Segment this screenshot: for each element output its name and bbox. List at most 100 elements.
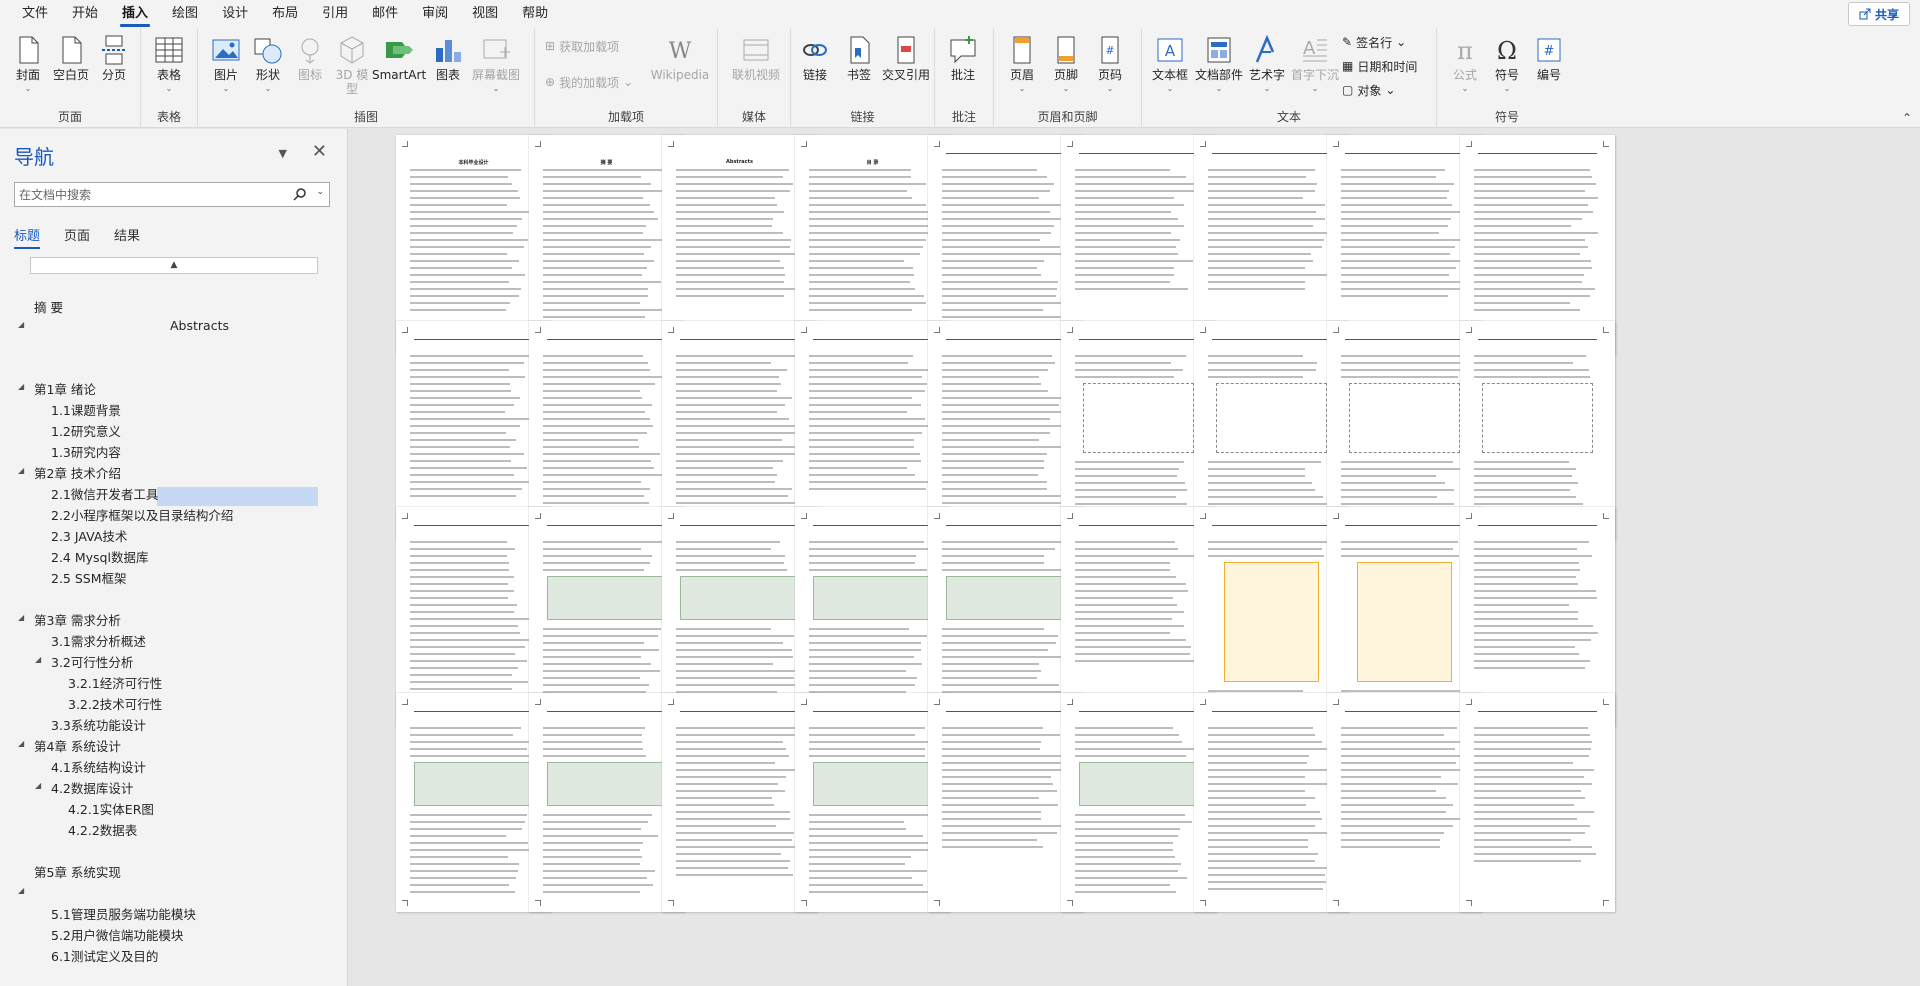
page-thumbnail[interactable] [1327, 693, 1482, 912]
screenshot-button[interactable]: 屏幕截图 ⌄ [468, 34, 524, 96]
collapse-triangle-icon[interactable]: ◢ [18, 382, 24, 391]
page-number-button[interactable]: # 页码 ⌄ [1088, 34, 1132, 96]
icons-button[interactable]: 图标 [288, 34, 332, 82]
nav-heading-2-5[interactable]: 2.5 SSM框架 [51, 568, 127, 587]
nav-heading-abstract-en[interactable]: Abstracts [170, 318, 229, 333]
nav-heading-4-1[interactable]: 4.1系统结构设计 [51, 757, 146, 776]
nav-heading-ch5[interactable]: 第5章 系统实现 [34, 862, 121, 881]
nav-search-box[interactable]: 在文档中搜索 ⌄ [14, 182, 330, 207]
nav-heading-6-1[interactable]: 6.1测试定义及目的 [51, 946, 158, 965]
object-button[interactable]: ▢ 对象 ⌄ [1342, 80, 1395, 100]
wordart-button[interactable]: 艺术字 ⌄ [1244, 34, 1290, 96]
nav-options-icon[interactable]: ▼ [279, 147, 287, 160]
page-thumbnail[interactable] [1194, 693, 1349, 912]
collapse-triangle-icon[interactable]: ◢ [18, 320, 24, 329]
footer-button[interactable]: 页脚 ⌄ [1044, 34, 1088, 96]
nav-heading-1-1[interactable]: 1.1课题背景 [51, 400, 121, 419]
header-button[interactable]: 页眉 ⌄ [1000, 34, 1044, 96]
online-video-button[interactable]: 联机视频 [728, 34, 784, 82]
nav-heading-5-2[interactable]: 5.2用户微信端功能模块 [51, 925, 183, 944]
collapse-triangle-icon[interactable]: ◢ [35, 781, 41, 790]
get-addins-button[interactable]: ⊞ 获取加载项 [545, 36, 619, 56]
page-thumbnail[interactable] [1460, 693, 1615, 912]
tab-layout[interactable]: 布局 [260, 0, 310, 28]
nav-heading-5-1[interactable]: 5.1管理员服务端功能模块 [51, 904, 196, 923]
tab-home[interactable]: 开始 [60, 0, 110, 28]
nav-heading-1-2[interactable]: 1.2研究意义 [51, 421, 121, 440]
collapse-triangle-icon[interactable]: ◢ [18, 739, 24, 748]
new-comment-button[interactable]: 批注 [941, 34, 985, 82]
tab-references[interactable]: 引用 [310, 0, 360, 28]
cross-reference-button[interactable]: 交叉引用 [879, 34, 933, 82]
search-dropdown-icon[interactable]: ⌄ [316, 187, 324, 197]
nav-tab-pages[interactable]: 页面 [64, 225, 90, 249]
drop-cap-button[interactable]: A 首字下沉 ⌄ [1290, 34, 1340, 96]
page-thumbnail[interactable] [1061, 693, 1216, 912]
pictures-button[interactable]: 图片 ⌄ [204, 34, 248, 96]
nav-tab-results[interactable]: 结果 [114, 225, 140, 249]
nav-heading-ch1[interactable]: 第1章 绪论 [34, 379, 96, 398]
page-thumbnail[interactable] [529, 693, 684, 912]
tab-design[interactable]: 设计 [210, 0, 260, 28]
page-break-button[interactable]: 分页 [92, 34, 136, 82]
nav-heading-3-3[interactable]: 3.3系统功能设计 [51, 715, 146, 734]
page-thumbnail[interactable] [662, 693, 817, 912]
equation-button[interactable]: π 公式 ⌄ [1443, 34, 1487, 96]
tab-review[interactable]: 审阅 [410, 0, 460, 28]
page-text-line [1341, 503, 1454, 505]
nav-close-icon[interactable]: ✕ [312, 141, 327, 162]
chart-button[interactable]: 图表 [426, 34, 470, 82]
nav-heading-3-2[interactable]: 3.2可行性分析 [51, 652, 133, 671]
nav-heading-ch3[interactable]: 第3章 需求分析 [34, 610, 121, 629]
collapse-ribbon-icon[interactable]: ⌃ [1902, 111, 1912, 125]
nav-heading-3-2-1[interactable]: 3.2.1经济可行性 [68, 673, 162, 692]
textbox-button[interactable]: A 文本框 ⌄ [1146, 34, 1194, 96]
nav-tab-headings[interactable]: 标题 [14, 225, 41, 249]
nav-scroll-up-button[interactable]: ▲ [30, 257, 318, 274]
tab-view[interactable]: 视图 [460, 0, 510, 28]
date-time-button[interactable]: ▦ 日期和时间 [1342, 56, 1417, 76]
nav-heading-4-2-1[interactable]: 4.2.1实体ER图 [68, 799, 154, 818]
tab-mailings[interactable]: 邮件 [360, 0, 410, 28]
3d-models-button[interactable]: 3D 模型 [330, 34, 374, 96]
collapse-triangle-icon[interactable]: ◢ [18, 613, 24, 622]
nav-heading-ch4[interactable]: 第4章 系统设计 [34, 736, 121, 755]
nav-heading-3-1[interactable]: 3.1需求分析概述 [51, 631, 146, 650]
collapse-triangle-icon[interactable]: ◢ [18, 886, 24, 895]
symbol-button[interactable]: Ω 符号 ⌄ [1485, 34, 1529, 96]
page-thumbnail[interactable] [928, 693, 1083, 912]
wikipedia-button[interactable]: W Wikipedia [645, 34, 715, 82]
nav-heading-3-2-2[interactable]: 3.2.2技术可行性 [68, 694, 162, 713]
table-button[interactable]: 表格 ⌄ [147, 34, 191, 96]
link-button[interactable]: 链接 [793, 34, 837, 82]
quick-parts-button[interactable]: 文档部件 ⌄ [1194, 34, 1244, 96]
nav-heading-abstract-cn[interactable]: 摘 要 [34, 297, 63, 316]
blank-page-button[interactable]: 空白页 [49, 34, 93, 82]
nav-heading-ch2[interactable]: 第2章 技术介绍 [34, 463, 121, 482]
nav-heading-4-2-2[interactable]: 4.2.2数据表 [68, 820, 137, 839]
document-thumbnail-view[interactable]: 本科毕业设计 摘 要 Abstracts 目 录 [349, 129, 1920, 986]
bookmark-button[interactable]: 书签 [837, 34, 881, 82]
nav-heading-2-4[interactable]: 2.4 Mysql数据库 [51, 547, 148, 566]
cover-page-button[interactable]: 封面 ⌄ [6, 34, 50, 96]
smartart-button[interactable]: SmartArt [372, 34, 426, 82]
tab-insert[interactable]: 插入 [110, 0, 160, 28]
nav-heading-4-2[interactable]: 4.2数据库设计 [51, 778, 133, 797]
nav-heading-1-3[interactable]: 1.3研究内容 [51, 442, 121, 461]
page-thumbnail[interactable] [795, 693, 950, 912]
page-thumbnail[interactable] [396, 693, 551, 912]
signature-line-button[interactable]: ✎ 签名行 ⌄ [1342, 32, 1406, 52]
numbering-button[interactable]: # 编号 [1527, 34, 1571, 82]
tab-draw[interactable]: 绘图 [160, 0, 210, 28]
nav-heading-2-3[interactable]: 2.3 JAVA技术 [51, 526, 127, 545]
tab-help[interactable]: 帮助 [510, 0, 560, 28]
tab-file[interactable]: 文件 [10, 0, 60, 28]
nav-heading-2-1[interactable]: 2.1微信开发者工具 [51, 484, 158, 503]
nav-heading-2-2[interactable]: 2.2小程序框架以及目录结构介绍 [51, 505, 233, 524]
share-button[interactable]: 共享 [1848, 2, 1910, 26]
collapse-triangle-icon[interactable]: ◢ [35, 655, 41, 664]
collapse-triangle-icon[interactable]: ◢ [18, 466, 24, 475]
search-icon[interactable] [293, 187, 307, 201]
my-addins-button[interactable]: ⊕ 我的加载项 ⌄ [545, 72, 633, 92]
shapes-button[interactable]: 形状 ⌄ [246, 34, 290, 96]
